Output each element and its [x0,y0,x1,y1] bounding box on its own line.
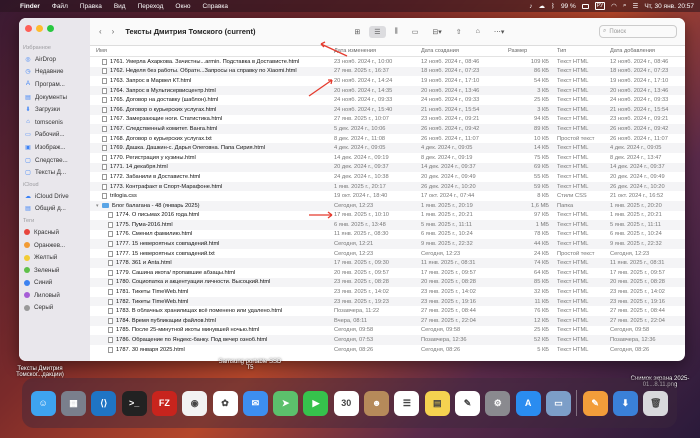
annotation-arrow [320,43,348,57]
downloads-stack-icon[interactable]: ⬇ [612,390,638,416]
facetime-icon[interactable]: ▶ [303,390,329,416]
menu-window[interactable]: Окно [169,3,196,10]
trash-icon[interactable]: 🗑 [643,390,669,416]
cloud-status-icon[interactable]: ☁ [539,2,546,10]
maps-icon[interactable]: ➤ [273,390,299,416]
preview-icon[interactable]: ▭ [545,390,571,416]
mail-icon[interactable]: ✉ [242,390,268,416]
pages-icon[interactable]: ✎ [582,390,608,416]
settings-icon[interactable]: ⚙ [485,390,511,416]
filezilla-icon[interactable]: FZ [151,390,177,416]
desktop-folder-label[interactable]: Тексты Дмитрия Томског...дакции) [0,366,80,378]
finder-icon[interactable]: ☺ [30,390,56,416]
menu-finder[interactable]: Finder [14,3,46,10]
wifi-icon[interactable]: ◠ [611,2,617,10]
music-icon[interactable]: ♪ [529,3,532,10]
calendar-icon[interactable]: 30 [333,390,359,416]
dock: ☺ ▦ ⟨⟩ >_ FZ ◉ ✿ ✉ ➤ ▶ 30 ☻ ☰ ▤ ✎ ⚙ A ▭ ✎ ⬇ 🗑 [22,378,677,428]
menu-edit[interactable]: Правка [74,3,108,10]
spotlight-icon[interactable]: ⌕ [623,2,627,10]
annotation-arrows [308,41,348,219]
control-center-icon[interactable]: ☰ [632,2,638,10]
keyboard-layout[interactable]: РУ [594,2,606,10]
notes-icon[interactable]: ▤ [424,390,450,416]
menu-view[interactable]: Вид [108,3,132,10]
photos-icon[interactable]: ✿ [212,390,238,416]
menu-file[interactable]: Файл [46,3,74,10]
dock-separator [576,390,578,416]
desktop-disk-label[interactable]: Samsung portable SSD T5 [215,359,285,371]
terminal-icon[interactable]: >_ [121,390,147,416]
launchpad-icon[interactable]: ▦ [60,390,86,416]
vscode-icon[interactable]: ⟨⟩ [91,390,117,416]
battery-percent: 99 % [560,2,576,10]
menu-go[interactable]: Переход [132,3,170,10]
freeform-icon[interactable]: ✎ [455,390,481,416]
chrome-icon[interactable]: ◉ [182,390,208,416]
reminders-icon[interactable]: ☰ [394,390,420,416]
finder-window: Избранное ◎ AirDrop ◷ Недавние A Програм... ▤ Д… [19,18,685,361]
contacts-icon[interactable]: ☻ [364,390,390,416]
menu-help[interactable]: Справка [197,3,235,10]
battery-icon[interactable] [581,3,589,9]
menu-bar: Finder Файл Правка Вид Переход Окно Спра… [0,0,700,12]
menu-clock[interactable]: Чт, 30 янв. 20:57 [644,3,694,10]
bluetooth-icon[interactable]: ᛒ [551,3,555,10]
appstore-icon[interactable]: A [515,390,541,416]
annotation-arrow [308,79,333,97]
